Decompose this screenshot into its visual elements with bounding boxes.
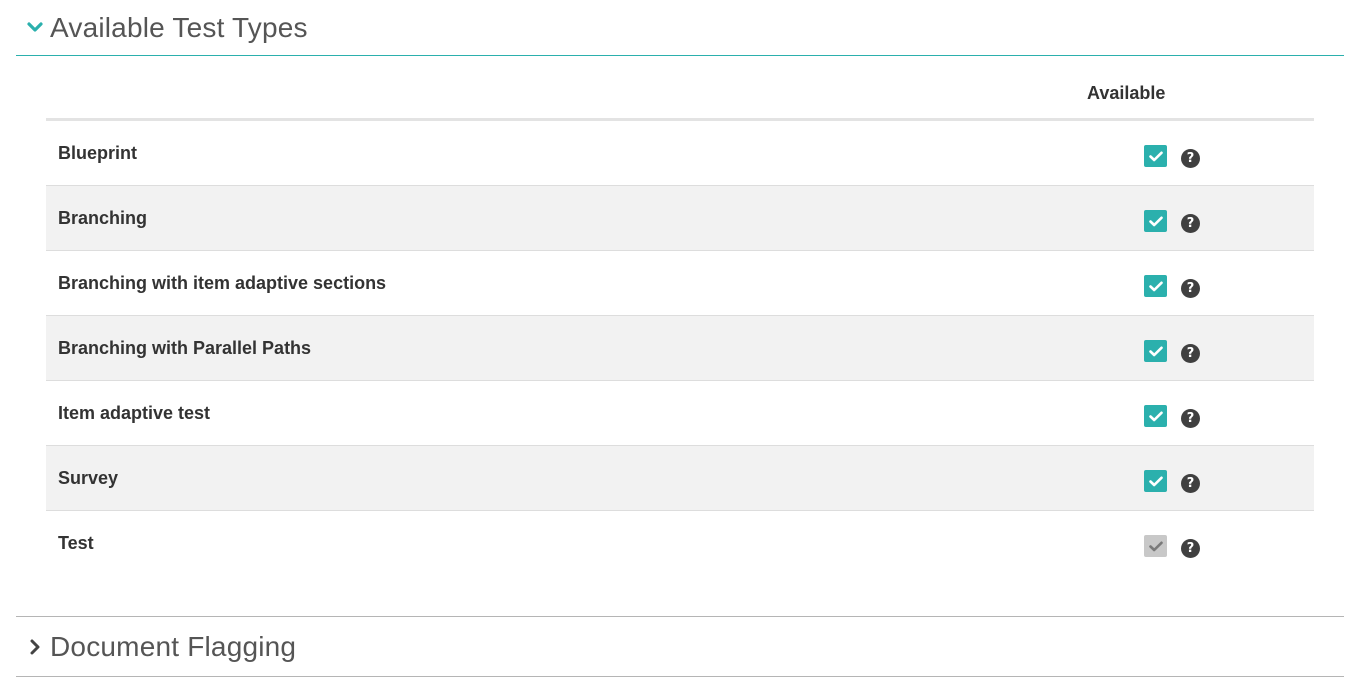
checkmark-icon (1148, 540, 1163, 551)
checkmark-icon (1148, 150, 1163, 161)
help-icon[interactable]: ? (1181, 344, 1200, 363)
chevron-right-icon (20, 632, 50, 662)
help-icon[interactable]: ? (1181, 539, 1200, 558)
row-label: Blueprint (58, 143, 137, 163)
table-row: Item adaptive test ? (46, 381, 1314, 446)
row-label: Test (58, 533, 94, 553)
row-label: Item adaptive test (58, 403, 211, 423)
available-checkbox[interactable] (1144, 210, 1167, 232)
test-types-table: Available Blueprint ? Branching ? Branch… (46, 56, 1314, 576)
table-row: Branching with item adaptive sections ? (46, 251, 1314, 316)
table-row: Survey ? (46, 446, 1314, 511)
available-checkbox[interactable] (1144, 145, 1167, 167)
section-title: Document Flagging (50, 630, 297, 662)
row-label: Survey (58, 468, 119, 488)
help-icon[interactable]: ? (1181, 474, 1200, 493)
table-row: Branching with Parallel Paths ? (46, 316, 1314, 381)
available-checkbox[interactable] (1144, 405, 1167, 427)
help-icon[interactable]: ? (1181, 409, 1200, 428)
available-checkbox[interactable] (1144, 340, 1167, 362)
row-label: Branching with Parallel Paths (58, 338, 312, 358)
row-label: Branching with item adaptive sections (58, 273, 387, 293)
table-header: Available (46, 56, 1314, 121)
help-icon[interactable]: ? (1181, 279, 1200, 298)
page: Available Test Types Available Blueprint… (0, 0, 1357, 677)
table-row: Blueprint ? (46, 121, 1314, 186)
help-icon[interactable]: ? (1181, 149, 1200, 168)
document-flagging-header[interactable]: Document Flagging (16, 616, 1344, 677)
checkmark-icon (1148, 215, 1163, 226)
table-row: Branching ? (46, 186, 1314, 251)
section-title: Available Test Types (50, 11, 308, 43)
table-row: Test ? (46, 511, 1314, 576)
available-checkbox[interactable] (1144, 275, 1167, 297)
checkmark-icon (1148, 410, 1163, 421)
available-checkbox-disabled (1144, 535, 1167, 557)
help-icon[interactable]: ? (1181, 214, 1200, 233)
chevron-down-icon (20, 13, 50, 43)
column-header-available: Available (1087, 83, 1166, 103)
checkmark-icon (1148, 345, 1163, 356)
available-checkbox[interactable] (1144, 470, 1167, 492)
available-test-types-header[interactable]: Available Test Types (16, 0, 1344, 56)
checkmark-icon (1148, 475, 1163, 486)
checkmark-icon (1148, 280, 1163, 291)
row-label: Branching (58, 208, 148, 228)
